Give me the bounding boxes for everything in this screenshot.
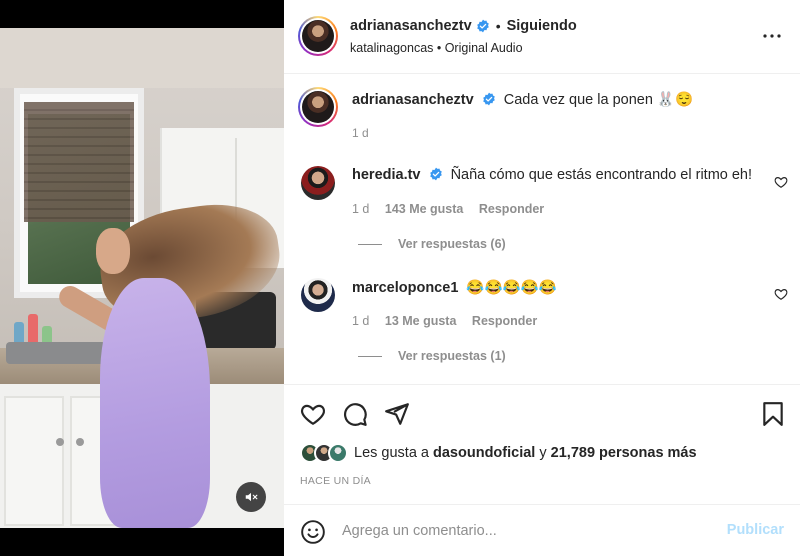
comment-text-line: heredia.tv Ñaña cómo que estás encontran… [352,167,752,183]
comment-text: 😂😂😂😂😂 [466,280,557,296]
video-subject-body [100,278,210,528]
comment-like-heart-icon[interactable] [774,287,788,301]
post-header: adrianasancheztv • Siguiendo katalinagon… [284,0,800,74]
comment-username[interactable]: heredia.tv [352,167,421,183]
emoji-icon[interactable] [300,519,326,545]
view-replies-label: Ver respuestas (6) [398,237,506,251]
liker-username[interactable]: dasoundoficial [433,445,535,461]
verified-badge-icon [476,19,489,33]
comment-input[interactable] [342,519,702,543]
comments-section: adrianasancheztv Cada vez que la ponen 🐰… [284,74,800,384]
comment-meta: 1 d 13 Me gusta Responder [352,314,549,328]
following-button[interactable]: Siguiendo [507,18,577,34]
comment-likes[interactable]: 13 Me gusta [385,314,457,328]
liker-avatar[interactable] [328,443,348,463]
mute-button[interactable] [236,482,266,512]
caption-time[interactable]: 1 d [352,126,369,140]
separator-dot: • [495,18,501,34]
comment-like-heart-icon[interactable] [774,175,788,189]
caption-text: Cada vez que la ponen 🐰😌 [503,92,694,108]
author-username[interactable]: adrianasancheztv [350,18,472,34]
reply-button[interactable]: Responder [479,202,544,216]
verified-badge-icon [429,167,442,181]
likes-summary: Les gusta a dasoundoficial y 21,789 pers… [300,443,697,463]
comment-avatar[interactable] [301,166,335,200]
author-avatar[interactable] [298,16,338,56]
video-scene-wall [0,28,284,88]
comment-text: Ñaña cómo que estás encontrando el ritmo… [450,167,753,183]
likes-text: Les gusta a dasoundoficial y 21,789 pers… [354,445,697,461]
comment-avatar[interactable] [301,278,335,312]
comment-time[interactable]: 1 d [352,314,369,328]
muted-speaker-icon [245,492,258,502]
verified-badge-icon [482,92,495,106]
comment-meta: 1 d 143 Me gusta Responder [352,202,556,216]
comment-icon[interactable] [342,401,368,427]
post-panel: adrianasancheztv • Siguiendo katalinagon… [284,0,800,556]
video-subject-face [96,228,130,274]
post-time[interactable]: HACE UN DÍA [300,475,371,487]
post-actions: Les gusta a dasoundoficial y 21,789 pers… [284,384,800,504]
heart-icon[interactable] [300,401,326,427]
comment-time[interactable]: 1 d [352,202,369,216]
view-replies-label: Ver respuestas (1) [398,349,506,363]
caption: adrianasancheztv Cada vez que la ponen 🐰… [352,91,693,108]
comment-likes[interactable]: 143 Me gusta [385,202,464,216]
bookmark-icon[interactable] [760,401,786,427]
caption-username[interactable]: adrianasancheztv [352,92,474,108]
post-media [0,0,284,556]
likes-connector: y [539,445,547,461]
video-scene-sink [6,342,106,364]
add-comment-bar: Publicar [284,504,800,556]
view-replies-button[interactable]: Ver respuestas (1) [358,349,506,363]
view-replies-button[interactable]: Ver respuestas (6) [358,237,506,251]
likes-prefix: Les gusta a [354,445,429,461]
reply-button[interactable]: Responder [472,314,537,328]
comment-text-line: marceloponce1 😂😂😂😂😂 [352,279,557,296]
caption-avatar[interactable] [298,87,338,127]
share-icon[interactable] [384,401,410,427]
video-player[interactable] [0,28,284,528]
comment-username[interactable]: marceloponce1 [352,280,458,296]
more-horizontal-icon[interactable] [760,24,784,48]
publish-button[interactable]: Publicar [727,522,784,538]
likes-others-count[interactable]: 21,789 personas más [551,445,697,461]
audio-attribution[interactable]: katalinagoncas • Original Audio [350,41,523,55]
